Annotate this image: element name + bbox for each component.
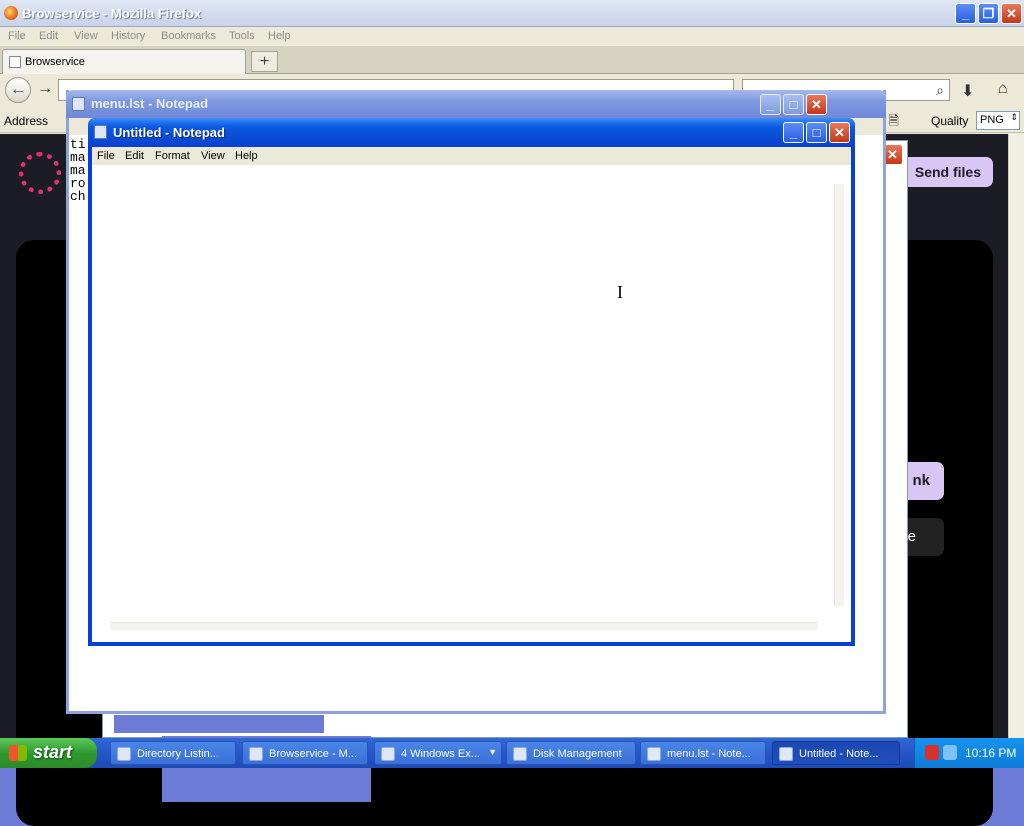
page-icon bbox=[9, 56, 21, 68]
network-icon[interactable] bbox=[943, 745, 957, 760]
task-label: 4 Windows Ex... bbox=[401, 748, 480, 760]
page-scrollbar[interactable] bbox=[1008, 134, 1024, 738]
untitled-menu-view[interactable]: View bbox=[201, 150, 225, 162]
menu-lst-maximize-button[interactable]: □ bbox=[783, 94, 804, 115]
firefox-title-bar: Browservice - Mozilla Firefox _ ❐ ✕ bbox=[0, 0, 1024, 27]
quality-label: Quality bbox=[931, 114, 969, 128]
untitled-text-area[interactable] bbox=[92, 165, 851, 642]
untitled-menu-file[interactable]: File bbox=[97, 150, 115, 162]
menu-help[interactable]: Help bbox=[268, 30, 291, 42]
close-button[interactable]: ✕ bbox=[1001, 3, 1022, 24]
horizontal-scrollbar[interactable] bbox=[110, 622, 818, 630]
task-label: Untitled - Note... bbox=[799, 748, 879, 760]
folder-icon bbox=[381, 747, 395, 761]
notepad-icon bbox=[647, 747, 661, 761]
back-button[interactable]: ← bbox=[5, 77, 31, 103]
clock[interactable]: 10:16 PM bbox=[965, 746, 1016, 760]
menu-lst-close-button[interactable]: ✕ bbox=[806, 94, 827, 115]
task-untitled-notepad[interactable]: Untitled - Note... bbox=[772, 741, 900, 765]
notepad-menu-lst-title-bar[interactable]: menu.lst - Notepad _ □ ✕ bbox=[66, 90, 886, 118]
forward-button[interactable]: → bbox=[32, 77, 58, 103]
untitled-menu-bar: File Edit Format View Help bbox=[92, 147, 851, 165]
notepad-untitled-title: Untitled - Notepad bbox=[113, 125, 225, 140]
notepad-untitled-title-bar[interactable]: Untitled - Notepad _ □ ✕ bbox=[88, 118, 855, 147]
menu-bookmarks[interactable]: Bookmarks bbox=[161, 30, 216, 42]
menu-lst-minimize-button[interactable]: _ bbox=[760, 94, 781, 115]
untitled-maximize-button[interactable]: □ bbox=[806, 122, 827, 143]
new-tab-button[interactable]: + bbox=[251, 51, 278, 72]
task-label: menu.lst - Note... bbox=[667, 748, 751, 760]
menu-edit[interactable]: Edit bbox=[39, 30, 58, 42]
search-icon[interactable]: ⌕ bbox=[936, 82, 944, 99]
minimize-button[interactable]: _ bbox=[955, 3, 976, 24]
notepad-icon bbox=[94, 125, 107, 139]
untitled-menu-help[interactable]: Help bbox=[235, 150, 258, 162]
task-directory-listing[interactable]: Directory Listin... bbox=[110, 741, 236, 765]
quality-select[interactable]: PNG ⇕ bbox=[976, 111, 1020, 130]
menu-view[interactable]: View bbox=[74, 30, 98, 42]
disk-management-icon bbox=[513, 747, 527, 761]
menu-lst-text[interactable]: ti ma ma ro ch bbox=[70, 138, 86, 203]
tab-browservice[interactable]: Browservice bbox=[2, 49, 246, 74]
firefox-window-title: Browservice - Mozilla Firefox bbox=[22, 6, 202, 21]
untitled-menu-format[interactable]: Format bbox=[155, 150, 190, 162]
notepad-icon bbox=[72, 97, 85, 111]
taskbar: start Directory Listin... Browservice - … bbox=[0, 738, 1024, 768]
firefox-icon bbox=[249, 747, 263, 761]
task-windows-explorer-group[interactable]: 4 Windows Ex... ▼ bbox=[374, 741, 502, 765]
text-cursor-icon: I bbox=[617, 282, 623, 302]
firefox-logo-icon bbox=[4, 6, 18, 20]
folder-icon bbox=[117, 747, 131, 761]
system-tray: 10:16 PM bbox=[914, 738, 1024, 768]
menu-file[interactable]: File bbox=[8, 30, 26, 42]
task-label: Disk Management bbox=[533, 748, 622, 760]
start-button[interactable]: start bbox=[0, 738, 97, 768]
untitled-menu-edit[interactable]: Edit bbox=[125, 150, 144, 162]
untitled-minimize-button[interactable]: _ bbox=[783, 122, 804, 143]
task-label: Browservice - M... bbox=[269, 748, 358, 760]
task-menu-lst-notepad[interactable]: menu.lst - Note... bbox=[640, 741, 766, 765]
restore-button[interactable]: ❐ bbox=[978, 3, 999, 24]
spinner-icon[interactable]: ⇕ bbox=[1010, 112, 1018, 123]
windows-flag-icon bbox=[9, 745, 27, 761]
notepad-menu-lst-title: menu.lst - Notepad bbox=[91, 96, 209, 111]
menu-history[interactable]: History bbox=[111, 30, 145, 42]
vertical-scrollbar[interactable] bbox=[834, 184, 844, 606]
home-icon[interactable]: ⌂ bbox=[998, 80, 1008, 98]
send-files-button[interactable]: Send files bbox=[902, 157, 993, 187]
tab-strip: Browservice + bbox=[0, 46, 1024, 74]
download-icon[interactable]: ⬇ bbox=[961, 81, 974, 101]
security-shield-icon[interactable] bbox=[925, 745, 939, 760]
task-browservice[interactable]: Browservice - M... bbox=[242, 741, 368, 765]
untitled-close-button[interactable]: ✕ bbox=[829, 122, 850, 143]
start-label: start bbox=[33, 742, 73, 762]
address-label: Address bbox=[4, 114, 49, 128]
menu-tools[interactable]: Tools bbox=[229, 30, 255, 42]
app-logo-icon bbox=[19, 152, 61, 194]
chevron-down-icon: ▼ bbox=[488, 747, 497, 757]
firefox-menu-bar: File Edit View History Bookmarks Tools H… bbox=[0, 27, 1024, 46]
task-label: Directory Listin... bbox=[137, 748, 219, 760]
quality-value: PNG bbox=[980, 114, 1004, 126]
task-disk-management[interactable]: Disk Management bbox=[506, 741, 636, 765]
tab-label: Browservice bbox=[25, 56, 85, 68]
notepad-icon bbox=[779, 747, 793, 761]
window-gap-lower bbox=[114, 715, 324, 733]
